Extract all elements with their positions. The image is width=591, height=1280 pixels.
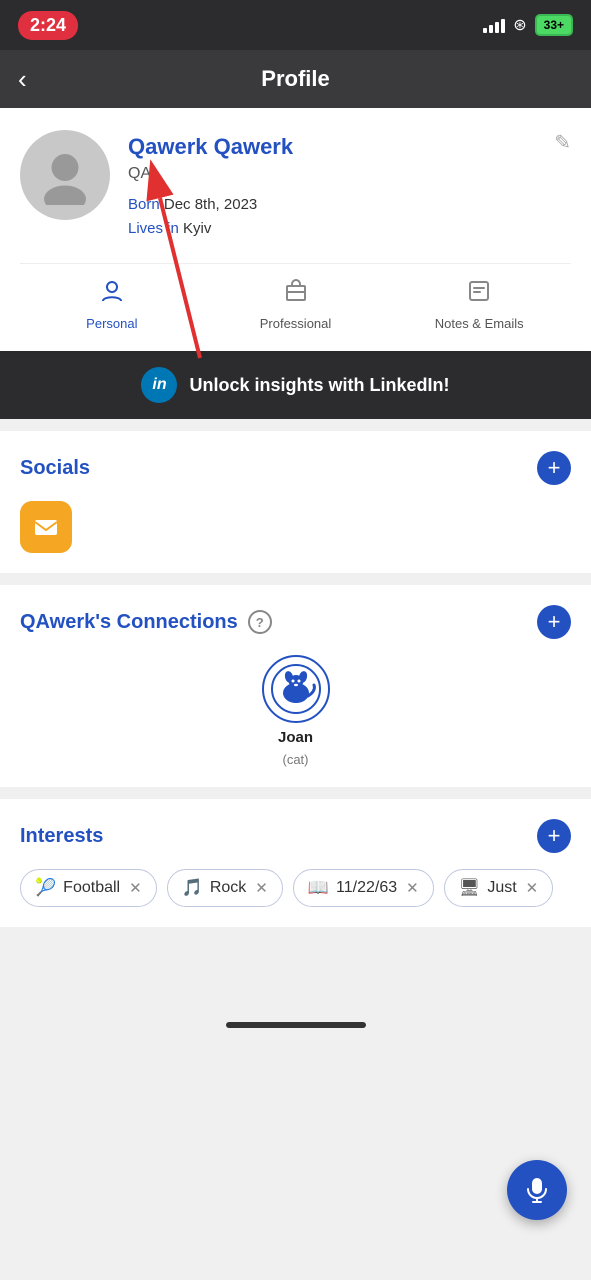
profile-name: Qawerk Qawerk bbox=[128, 134, 571, 160]
tab-notes[interactable]: Notes & Emails bbox=[387, 278, 571, 331]
status-icons: ⊛ 33+ bbox=[483, 14, 573, 36]
wifi-icon: ⊛ bbox=[513, 15, 526, 35]
book-icon: 📖 bbox=[308, 878, 329, 898]
interests-title: Interests bbox=[20, 825, 103, 848]
back-button[interactable]: ‹ bbox=[18, 64, 27, 95]
connections-title-row: QAwerk's Connections ? bbox=[20, 610, 272, 634]
connection-avatar bbox=[262, 655, 330, 723]
add-connection-button[interactable]: + bbox=[537, 605, 571, 639]
help-icon[interactable]: ? bbox=[248, 610, 272, 634]
connection-item[interactable]: Joan (cat) bbox=[20, 655, 571, 767]
remove-rock-button[interactable]: ✕ bbox=[255, 879, 268, 897]
personal-icon bbox=[99, 278, 125, 311]
add-interest-button[interactable]: + bbox=[537, 819, 571, 853]
socials-header: Socials + bbox=[20, 451, 571, 485]
socials-section: Socials + bbox=[0, 431, 591, 573]
interest-book[interactable]: 📖 11/22/63 ✕ bbox=[293, 869, 434, 907]
home-bar bbox=[226, 1022, 366, 1028]
notes-icon bbox=[466, 278, 492, 311]
avatar bbox=[20, 130, 110, 220]
connections-header: QAwerk's Connections ? + bbox=[20, 605, 571, 639]
interests-row: 🎾 Football ✕ 🎵 Rock ✕ 📖 11/22/63 ✕ 🖥 Jus… bbox=[20, 869, 571, 907]
remove-book-button[interactable]: ✕ bbox=[406, 879, 419, 897]
profile-role: QA bbox=[128, 165, 571, 183]
interest-rock-label: Rock bbox=[210, 879, 246, 897]
profile-tabs: Personal Professional Notes & Emails bbox=[20, 263, 571, 331]
tab-personal[interactable]: Personal bbox=[20, 278, 204, 331]
page-title: Profile bbox=[261, 66, 329, 92]
battery-indicator: 33+ bbox=[535, 14, 573, 36]
bottom-spacer bbox=[0, 927, 591, 1007]
home-indicator bbox=[0, 1007, 591, 1043]
edit-profile-button[interactable]: ✎ bbox=[554, 130, 571, 155]
status-bar: 2:24 ⊛ 33+ bbox=[0, 0, 591, 50]
linkedin-banner[interactable]: in Unlock insights with LinkedIn! bbox=[0, 351, 591, 419]
linkedin-icon: in bbox=[141, 367, 177, 403]
interest-rock[interactable]: 🎵 Rock ✕ bbox=[167, 869, 283, 907]
connections-title: QAwerk's Connections bbox=[20, 611, 238, 634]
connection-sub: (cat) bbox=[283, 752, 309, 767]
profile-card: Qawerk Qawerk QA Born Dec 8th, 2023 Live… bbox=[0, 108, 591, 351]
interest-book-label: 11/22/63 bbox=[336, 879, 397, 897]
interest-just[interactable]: 🖥 Just ✕ bbox=[444, 869, 554, 907]
just-icon: 🖥 bbox=[459, 878, 481, 898]
socials-title: Socials bbox=[20, 457, 90, 480]
header: ‹ Profile bbox=[0, 50, 591, 108]
tab-professional[interactable]: Professional bbox=[204, 278, 388, 331]
football-icon: 🎾 bbox=[35, 878, 56, 898]
interest-football-label: Football bbox=[63, 879, 120, 897]
mic-button[interactable] bbox=[507, 1160, 567, 1220]
tab-notes-label: Notes & Emails bbox=[435, 316, 524, 331]
profile-born: Born Dec 8th, 2023 bbox=[128, 193, 571, 217]
remove-just-button[interactable]: ✕ bbox=[526, 879, 539, 897]
profile-top: Qawerk Qawerk QA Born Dec 8th, 2023 Live… bbox=[20, 130, 571, 241]
tab-personal-label: Personal bbox=[86, 316, 137, 331]
profile-info: Qawerk Qawerk QA Born Dec 8th, 2023 Live… bbox=[128, 130, 571, 241]
interests-header: Interests + bbox=[20, 819, 571, 853]
email-social-badge[interactable] bbox=[20, 501, 72, 553]
status-time: 2:24 bbox=[18, 11, 78, 40]
interest-football[interactable]: 🎾 Football ✕ bbox=[20, 869, 157, 907]
connections-section: QAwerk's Connections ? + bbox=[0, 585, 591, 787]
profile-lives: Lives in Kyiv bbox=[128, 217, 571, 241]
add-social-button[interactable]: + bbox=[537, 451, 571, 485]
interest-just-label: Just bbox=[487, 879, 516, 897]
interests-section: Interests + 🎾 Football ✕ 🎵 Rock ✕ 📖 11/2… bbox=[0, 799, 591, 927]
tab-professional-label: Professional bbox=[260, 316, 332, 331]
connection-name: Joan bbox=[278, 729, 313, 746]
professional-icon bbox=[283, 278, 309, 311]
remove-football-button[interactable]: ✕ bbox=[129, 879, 142, 897]
rock-icon: 🎵 bbox=[182, 878, 203, 898]
signal-bars-icon bbox=[483, 17, 505, 33]
linkedin-text: Unlock insights with LinkedIn! bbox=[189, 375, 449, 396]
